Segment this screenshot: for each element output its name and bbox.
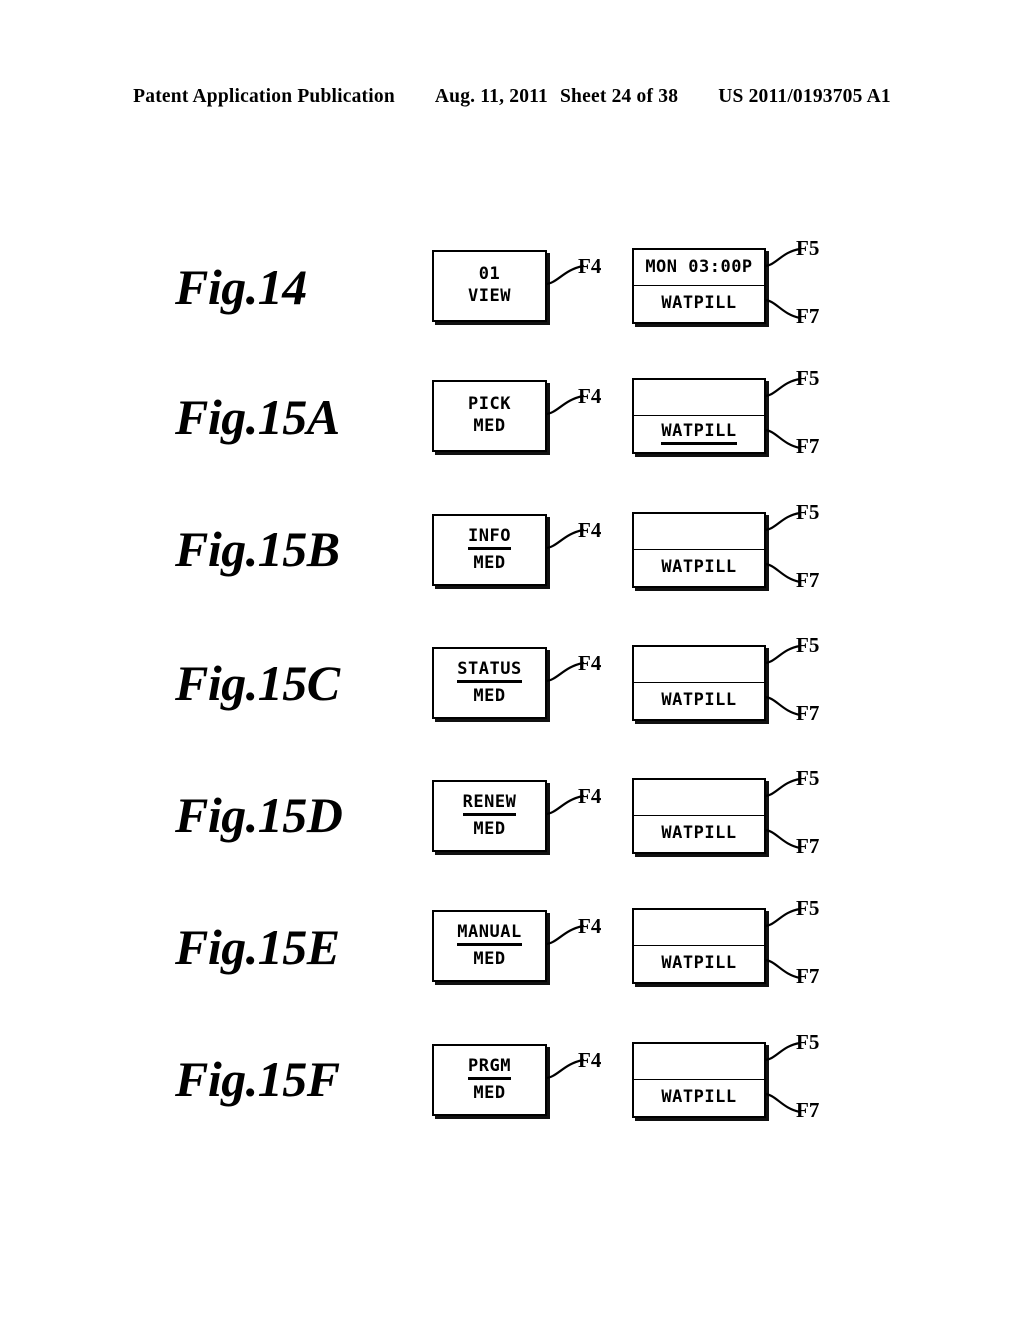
right-lcd-bottom-cell[interactable]: WATPILL [634,683,764,719]
reference-label-f4: F4 [578,784,602,808]
left-lcd-display[interactable]: MANUAL MED [432,910,547,982]
reference-label-f4: F4 [578,518,602,542]
figure-row: Fig.15D RENEW MED F4 WATPILL F5 F7 [0,768,1024,908]
left-lcd-line-2: MED [473,416,506,436]
reference-label-f5: F5 [796,1030,820,1054]
reference-label-f7: F7 [796,568,820,592]
right-lcd-bottom-text: WATPILL [661,953,737,974]
figure-caption: Fig.15F [175,1051,340,1107]
right-lcd-display[interactable]: WATPILL [632,512,766,588]
right-lcd-bottom-text: WATPILL [661,823,737,844]
figure-caption: Fig.14 [175,259,307,315]
right-lcd-top-text: MON 03:00P [645,256,753,277]
left-lcd-display[interactable]: INFO MED [432,514,547,586]
right-lcd-display[interactable]: WATPILL [632,1042,766,1118]
right-lcd-display[interactable]: WATPILL [632,778,766,854]
left-lcd-display[interactable]: PICK MED [432,380,547,452]
figure-row: Fig.15E MANUAL MED F4 WATPILL F5 F7 [0,898,1024,1038]
right-lcd-top-cell[interactable]: MON 03:00P [634,250,764,286]
left-lcd-line-2: MED [473,1082,506,1103]
left-lcd-line-1: PRGM [468,1057,511,1080]
reference-label-f7: F7 [796,964,820,988]
left-lcd-display[interactable]: PRGM MED [432,1044,547,1116]
figure-caption: Fig.15B [175,521,340,577]
reference-label-f5: F5 [796,500,820,524]
right-lcd-bottom-cell[interactable]: WATPILL [634,1080,764,1116]
right-lcd-bottom-cell[interactable]: WATPILL [634,416,764,452]
reference-label-f5: F5 [796,633,820,657]
left-lcd-display[interactable]: 01 VIEW [432,250,547,322]
right-lcd-top-cell[interactable] [634,380,764,416]
figure-caption: Fig.15E [175,919,340,975]
right-lcd-bottom-cell[interactable]: WATPILL [634,286,764,322]
left-lcd-line-1: 01 [478,264,501,285]
right-lcd-bottom-cell[interactable]: WATPILL [634,946,764,982]
figure-row: Fig.14 01 VIEW F4 MON 03:00P WATPILL F5 F7 [0,238,1024,378]
reference-label-f5: F5 [796,766,820,790]
right-lcd-display[interactable]: MON 03:00P WATPILL [632,248,766,324]
reference-label-f4: F4 [578,384,602,408]
figure-row: Fig.15F PRGM MED F4 WATPILL F5 F7 [0,1032,1024,1172]
left-lcd-display[interactable]: RENEW MED [432,780,547,852]
left-lcd-line-1: INFO [468,527,511,550]
right-lcd-top-cell[interactable] [634,514,764,550]
reference-label-f7: F7 [796,701,820,725]
left-lcd-line-1: MANUAL [457,923,522,946]
left-lcd-display[interactable]: STATUS MED [432,647,547,719]
left-lcd-line-1: PICK [468,394,511,415]
figure-row: Fig.15C STATUS MED F4 WATPILL F5 F7 [0,635,1024,775]
reference-label-f4: F4 [578,651,602,675]
right-lcd-display[interactable]: WATPILL [632,645,766,721]
left-lcd-line-1: RENEW [462,793,517,816]
right-lcd-bottom-text: WATPILL [661,293,737,314]
figure-caption: Fig.15D [175,787,343,843]
right-lcd-bottom-text: WATPILL [661,690,737,711]
reference-label-f4: F4 [578,254,602,278]
figure-caption: Fig.15C [175,655,340,711]
left-lcd-line-1: STATUS [457,660,522,683]
reference-label-f7: F7 [796,834,820,858]
right-lcd-bottom-cell[interactable]: WATPILL [634,816,764,852]
figure-sheet: Fig.14 01 VIEW F4 MON 03:00P WATPILL F5 F7 Fig.1… [0,0,1024,1320]
reference-label-f7: F7 [796,1098,820,1122]
reference-label-f7: F7 [796,304,820,328]
right-lcd-display[interactable]: WATPILL [632,908,766,984]
right-lcd-bottom-cell[interactable]: WATPILL [634,550,764,586]
right-lcd-display[interactable]: WATPILL [632,378,766,454]
reference-label-f5: F5 [796,366,820,390]
right-lcd-top-cell[interactable] [634,1044,764,1080]
figure-caption: Fig.15A [175,389,340,445]
left-lcd-line-2: MED [473,818,506,839]
right-lcd-bottom-text: WATPILL [661,1087,737,1108]
left-lcd-line-2: MED [473,685,506,706]
right-lcd-bottom-text: WATPILL [661,422,737,446]
right-lcd-top-cell[interactable] [634,647,764,683]
right-lcd-top-cell[interactable] [634,780,764,816]
reference-label-f5: F5 [796,236,820,260]
figure-row: Fig.15B INFO MED F4 WATPILL F5 F7 [0,502,1024,642]
left-lcd-line-2: VIEW [468,286,511,306]
right-lcd-top-cell[interactable] [634,910,764,946]
left-lcd-line-2: MED [473,552,506,573]
figure-row: Fig.15A PICK MED F4 WATPILL F5 F7 [0,368,1024,508]
reference-label-f4: F4 [578,914,602,938]
reference-label-f5: F5 [796,896,820,920]
right-lcd-bottom-text: WATPILL [661,557,737,578]
reference-label-f7: F7 [796,434,820,458]
left-lcd-line-2: MED [473,948,506,969]
reference-label-f4: F4 [578,1048,602,1072]
